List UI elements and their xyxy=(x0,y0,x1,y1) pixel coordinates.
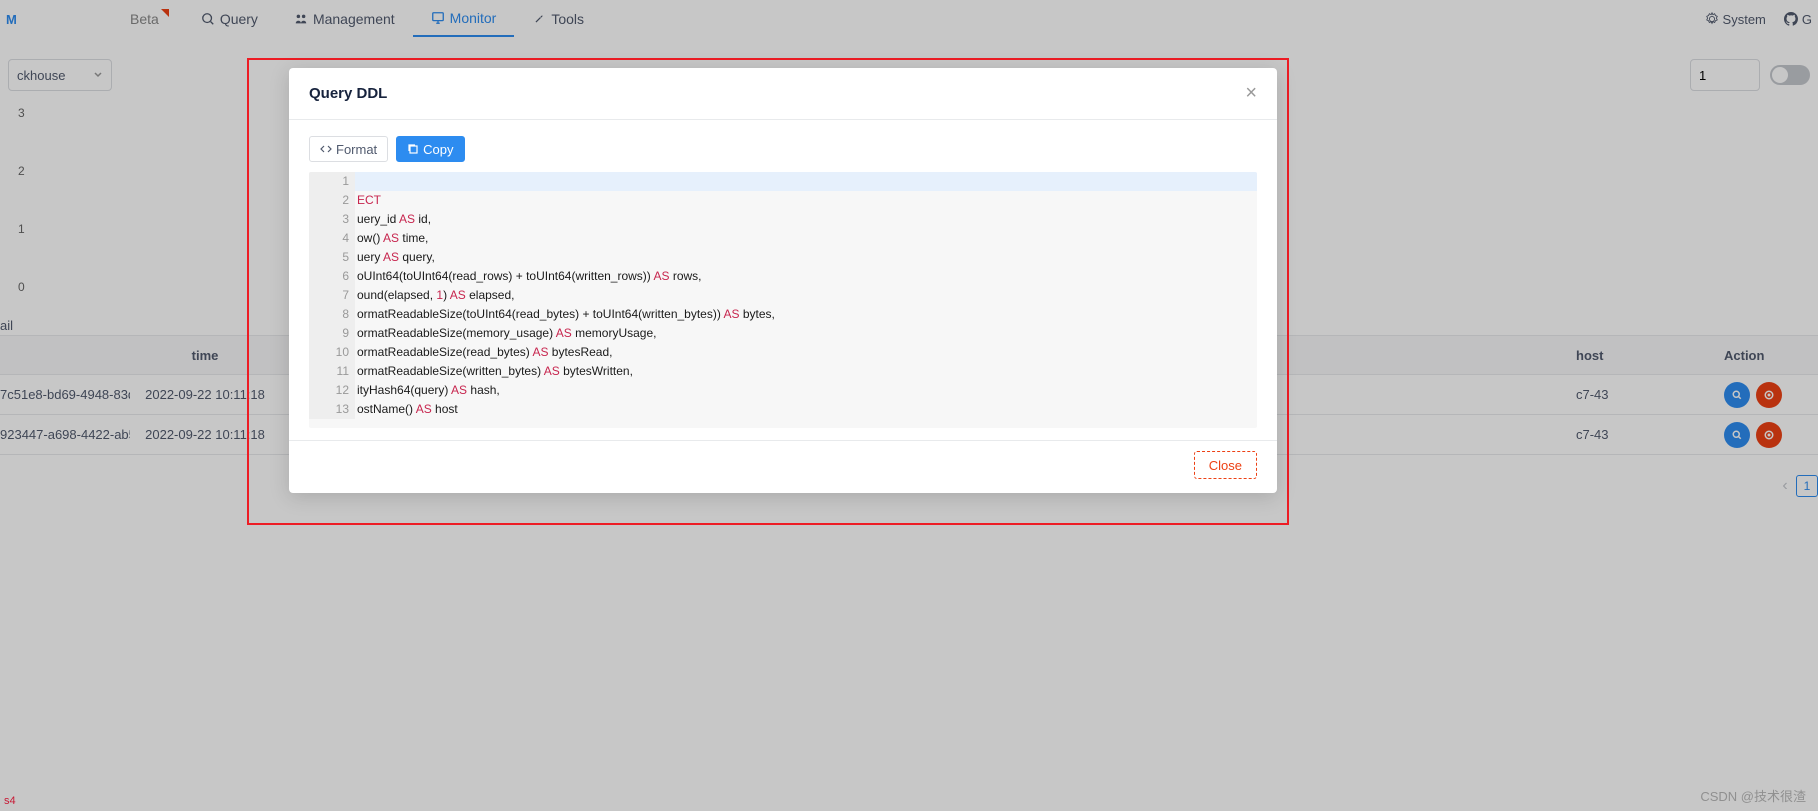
line-number: 2 xyxy=(309,191,355,210)
code-line: 13ostName() AS host xyxy=(309,400,1257,419)
code-line: 6oUInt64(toUInt64(read_rows) + toUInt64(… xyxy=(309,267,1257,286)
modal-header: Query DDL × xyxy=(289,68,1277,120)
line-number: 11 xyxy=(309,362,355,381)
close-icon[interactable]: × xyxy=(1245,82,1257,105)
code-line: 8ormatReadableSize(toUInt64(read_bytes) … xyxy=(309,305,1257,324)
modal-toolbar: Format Copy xyxy=(309,136,1257,162)
code-line: 4ow() AS time, xyxy=(309,229,1257,248)
line-number: 8 xyxy=(309,305,355,324)
code-line: 7ound(elapsed, 1) AS elapsed, xyxy=(309,286,1257,305)
format-label: Format xyxy=(336,142,377,157)
line-number: 6 xyxy=(309,267,355,286)
code-text: uery_id AS id, xyxy=(355,210,1257,229)
format-button[interactable]: Format xyxy=(309,136,388,162)
modal-footer: Close xyxy=(289,440,1277,493)
copy-label: Copy xyxy=(423,142,453,157)
code-editor[interactable]: 1 2ECT3uery_id AS id,4ow() AS time,5uery… xyxy=(309,172,1257,428)
code-text: ityHash64(query) AS hash, xyxy=(355,381,1257,400)
code-line: 3uery_id AS id, xyxy=(309,210,1257,229)
code-text: ormatReadableSize(read_bytes) AS bytesRe… xyxy=(355,343,1257,362)
code-text: ound(elapsed, 1) AS elapsed, xyxy=(355,286,1257,305)
code-line: 11ormatReadableSize(written_bytes) AS by… xyxy=(309,362,1257,381)
code-text: uery AS query, xyxy=(355,248,1257,267)
code-icon xyxy=(320,143,332,155)
code-text: oUInt64(toUInt64(read_rows) + toUInt64(w… xyxy=(355,267,1257,286)
code-line: 12ityHash64(query) AS hash, xyxy=(309,381,1257,400)
code-line: 1 xyxy=(309,172,1257,191)
code-text: ECT xyxy=(355,191,1257,210)
code-text: ow() AS time, xyxy=(355,229,1257,248)
code-line: 2ECT xyxy=(309,191,1257,210)
modal-title: Query DDL xyxy=(309,85,387,102)
query-ddl-modal: Query DDL × Format Copy 1 2ECT3uery_id A… xyxy=(289,68,1277,493)
line-number: 5 xyxy=(309,248,355,267)
code-line: 10ormatReadableSize(read_bytes) AS bytes… xyxy=(309,343,1257,362)
line-number: 12 xyxy=(309,381,355,400)
modal-body: Format Copy 1 2ECT3uery_id AS id,4ow() A… xyxy=(289,120,1277,440)
close-button[interactable]: Close xyxy=(1194,451,1257,479)
code-text: ormatReadableSize(toUInt64(read_bytes) +… xyxy=(355,305,1257,324)
line-number: 1 xyxy=(309,172,355,191)
line-number: 3 xyxy=(309,210,355,229)
code-text: ostName() AS host xyxy=(355,400,1257,419)
code-text: ormatReadableSize(memory_usage) AS memor… xyxy=(355,324,1257,343)
copy-button[interactable]: Copy xyxy=(396,136,464,162)
code-text xyxy=(355,172,1257,191)
line-number: 13 xyxy=(309,400,355,419)
code-text: ormatReadableSize(written_bytes) AS byte… xyxy=(355,362,1257,381)
code-line: 9ormatReadableSize(memory_usage) AS memo… xyxy=(309,324,1257,343)
line-number: 4 xyxy=(309,229,355,248)
line-number: 9 xyxy=(309,324,355,343)
line-number: 7 xyxy=(309,286,355,305)
copy-icon xyxy=(407,143,419,155)
line-number: 10 xyxy=(309,343,355,362)
code-line: 5uery AS query, xyxy=(309,248,1257,267)
